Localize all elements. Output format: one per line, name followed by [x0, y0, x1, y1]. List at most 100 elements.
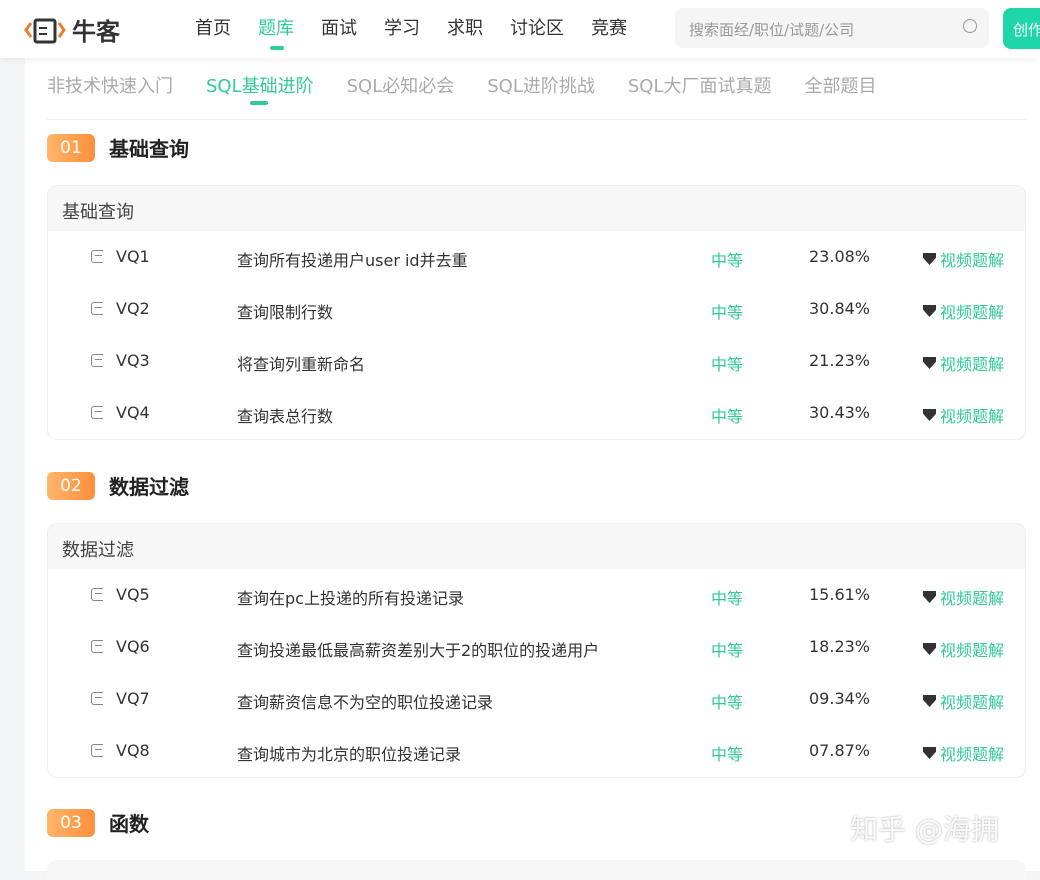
watermark: 知乎 @海拥	[850, 813, 999, 846]
category-tabs: 非技术快速入门 SQL基础进阶 SQL必知必会 SQL进阶挑战 SQL大厂面试真…	[47, 58, 1027, 120]
vip-icon	[923, 591, 936, 603]
question-icon	[91, 692, 103, 705]
tab-all[interactable]: 全部题目	[805, 58, 877, 119]
question-icon	[91, 354, 103, 367]
pass-rate: 07.87%	[809, 741, 871, 760]
vip-icon	[923, 747, 936, 759]
question-row[interactable]: VQ4 查询表总行数 中等 30.43% 视频题解	[48, 387, 1025, 439]
question-title[interactable]: 查询薪资信息不为空的职位投递记录	[237, 689, 617, 713]
question-title[interactable]: 查询在pc上投递的所有投递记录	[237, 585, 617, 609]
difficulty: 中等	[711, 303, 744, 322]
section-title: 函数	[109, 812, 149, 836]
video-solution-label: 视频题解	[940, 407, 1005, 426]
nav-contest[interactable]: 竞赛	[591, 0, 627, 58]
section-title: 基础查询	[109, 137, 189, 161]
question-icon	[91, 406, 103, 419]
question-title[interactable]: 将查询列重新命名	[237, 351, 617, 375]
pass-rate: 23.08%	[809, 247, 871, 266]
nav-interview[interactable]: 面试	[321, 0, 357, 58]
difficulty: 中等	[711, 693, 744, 712]
difficulty: 中等	[711, 589, 744, 608]
search-placeholder: 搜索面经/职位/试题/公司	[689, 21, 855, 39]
question-title[interactable]: 查询表总行数	[237, 403, 617, 427]
section-title: 数据过滤	[109, 475, 189, 499]
question-row[interactable]: VQ8 查询城市为北京的职位投递记录 中等 07.87% 视频题解	[48, 725, 1025, 777]
difficulty: 中等	[711, 641, 744, 660]
logo-icon	[24, 18, 66, 43]
question-row[interactable]: VQ3 将查询列重新命名 中等 21.23% 视频题解	[48, 335, 1025, 387]
question-id[interactable]: VQ8	[116, 741, 150, 760]
pass-rate: 30.84%	[809, 299, 871, 318]
difficulty: 中等	[711, 745, 744, 764]
vip-icon	[923, 357, 936, 369]
question-row[interactable]: VQ2 查询限制行数 中等 30.84% 视频题解	[48, 283, 1025, 335]
search-input[interactable]: 搜索面经/职位/试题/公司	[675, 8, 989, 48]
question-id[interactable]: VQ3	[116, 351, 150, 370]
question-title[interactable]: 查询所有投递用户user id并去重	[237, 247, 617, 271]
tab-sql-advanced[interactable]: SQL进阶挑战	[487, 58, 595, 119]
video-solution-label: 视频题解	[940, 693, 1005, 712]
video-solution-label: 视频题解	[940, 589, 1005, 608]
card-title: 基础查询	[48, 186, 1025, 231]
tab-sql-interview[interactable]: SQL大厂面试真题	[628, 58, 772, 119]
question-icon	[91, 588, 103, 601]
logo[interactable]: 牛客	[24, 12, 120, 47]
question-title[interactable]: 查询城市为北京的职位投递记录	[237, 741, 617, 765]
video-solution-link[interactable]: 视频题解	[923, 689, 1004, 713]
video-solution-label: 视频题解	[940, 745, 1005, 764]
question-title[interactable]: 查询限制行数	[237, 299, 617, 323]
vip-icon	[923, 695, 936, 707]
nav-question-bank[interactable]: 题库	[258, 0, 294, 58]
nav-discussion[interactable]: 讨论区	[510, 0, 564, 58]
video-solution-label: 视频题解	[940, 355, 1005, 374]
video-solution-link[interactable]: 视频题解	[923, 637, 1004, 661]
video-solution-link[interactable]: 视频题解	[923, 403, 1004, 427]
create-button[interactable]: 创作	[1003, 8, 1040, 49]
question-row[interactable]: VQ7 查询薪资信息不为空的职位投递记录 中等 09.34% 视频题解	[48, 673, 1025, 725]
question-id[interactable]: VQ5	[116, 585, 150, 604]
tab-sql-basic[interactable]: SQL基础进阶	[206, 58, 314, 119]
question-icon	[91, 744, 103, 757]
nav-jobs[interactable]: 求职	[447, 0, 483, 58]
nav-home[interactable]: 首页	[195, 0, 231, 58]
video-solution-link[interactable]: 视频题解	[923, 351, 1004, 375]
pass-rate: 15.61%	[809, 585, 871, 604]
pass-rate: 21.23%	[809, 351, 871, 370]
question-card: 基础查询 VQ1 查询所有投递用户user id并去重 中等 23.08% 视频…	[47, 185, 1026, 440]
question-id[interactable]: VQ2	[116, 299, 150, 318]
video-solution-label: 视频题解	[940, 641, 1005, 660]
difficulty: 中等	[711, 251, 744, 270]
question-id[interactable]: VQ7	[116, 689, 150, 708]
top-header: 牛客 首页 题库 面试 学习 求职 讨论区 竞赛 搜索面经/职位/试题/公司 创…	[0, 0, 1040, 58]
video-solution-link[interactable]: 视频题解	[923, 741, 1004, 765]
video-solution-label: 视频题解	[940, 303, 1005, 322]
tab-non-tech[interactable]: 非技术快速入门	[47, 58, 173, 119]
section-number-badge: 03	[47, 808, 95, 837]
vip-icon	[923, 305, 936, 317]
question-card	[47, 860, 1026, 880]
difficulty: 中等	[711, 355, 744, 374]
question-row[interactable]: VQ1 查询所有投递用户user id并去重 中等 23.08% 视频题解	[48, 231, 1025, 283]
section-header: 02 数据过滤	[47, 471, 189, 500]
search-icon[interactable]	[963, 19, 977, 33]
question-icon	[91, 302, 103, 315]
section-number-badge: 01	[47, 133, 95, 162]
question-id[interactable]: VQ1	[116, 247, 150, 266]
difficulty: 中等	[711, 407, 744, 426]
vip-icon	[923, 409, 936, 421]
video-solution-link[interactable]: 视频题解	[923, 299, 1004, 323]
question-title[interactable]: 查询投递最低最高薪资差别大于2的职位的投递用户	[237, 637, 617, 661]
pass-rate: 18.23%	[809, 637, 871, 656]
video-solution-link[interactable]: 视频题解	[923, 247, 1004, 271]
question-card: 数据过滤 VQ5 查询在pc上投递的所有投递记录 中等 15.61% 视频题解 …	[47, 523, 1026, 778]
question-id[interactable]: VQ6	[116, 637, 150, 656]
question-id[interactable]: VQ4	[116, 403, 150, 422]
logo-text: 牛客	[72, 18, 120, 46]
nav-learn[interactable]: 学习	[384, 0, 420, 58]
tab-sql-must-know[interactable]: SQL必知必会	[347, 58, 455, 119]
pass-rate: 09.34%	[809, 689, 871, 708]
question-row[interactable]: VQ5 查询在pc上投递的所有投递记录 中等 15.61% 视频题解	[48, 569, 1025, 621]
video-solution-link[interactable]: 视频题解	[923, 585, 1004, 609]
question-row[interactable]: VQ6 查询投递最低最高薪资差别大于2的职位的投递用户 中等 18.23% 视频…	[48, 621, 1025, 673]
question-icon	[91, 250, 103, 263]
